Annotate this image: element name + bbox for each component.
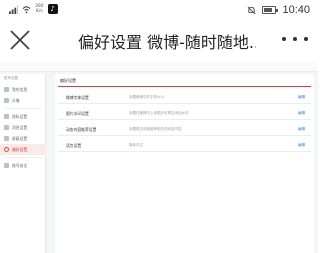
page-title: 偏好设置 微博-随时随地... bbox=[78, 33, 256, 52]
web-content: 账号设置 我的信息 头像 隐私设置 消息设置 屏蔽设置 偏好设置 账号安全 偏好… bbox=[0, 62, 318, 253]
setting-label: 微博字体设置 bbox=[66, 95, 89, 100]
setting-label: 语言设置 bbox=[66, 143, 82, 148]
tiktok-notification-icon: ♪ bbox=[47, 4, 58, 14]
sidebar-item-label: 隐私设置 bbox=[12, 113, 28, 119]
edit-link[interactable]: 编辑 bbox=[298, 111, 305, 116]
setting-label: 图片水印设置 bbox=[66, 111, 89, 116]
setting-row-language: 语言设置 简体中文 编辑 bbox=[58, 138, 311, 152]
battery-icon bbox=[262, 6, 279, 14]
block-icon bbox=[4, 136, 9, 141]
status-left: 390 K/s ♪ bbox=[9, 4, 58, 14]
bell-muted-icon bbox=[248, 6, 256, 14]
site-header-strip bbox=[0, 62, 318, 72]
sidebar-divider bbox=[4, 108, 42, 109]
setting-label: 动态内容推荐设置 bbox=[66, 127, 97, 132]
sidebar-item-account-security[interactable]: 账号安全 bbox=[0, 160, 46, 171]
wifi-icon bbox=[22, 5, 31, 13]
sidebar-item-label: 头像 bbox=[12, 97, 20, 103]
more-dots-icon[interactable] bbox=[282, 34, 308, 44]
message-icon bbox=[4, 125, 9, 130]
lock-icon bbox=[4, 114, 9, 119]
sidebar: 账号设置 我的信息 头像 隐私设置 消息设置 屏蔽设置 偏好设置 账号安全 bbox=[0, 74, 46, 253]
setting-row-font: 微博字体设置 设置微博中的字体大小 编辑 bbox=[58, 90, 311, 104]
network-speed: 390 K/s bbox=[35, 4, 44, 14]
setting-row-recommend: 动态内容推荐设置 设置是否向我推荐相关的动态内容 编辑 bbox=[58, 122, 311, 136]
edit-link[interactable]: 编辑 bbox=[298, 127, 305, 132]
panel-title-underline bbox=[58, 86, 311, 87]
edit-link[interactable]: 编辑 bbox=[298, 95, 305, 100]
sidebar-item-label: 账号安全 bbox=[12, 162, 28, 168]
user-icon bbox=[4, 87, 9, 92]
sidebar-item-label: 屏蔽设置 bbox=[12, 135, 28, 141]
status-right: 10:40 bbox=[247, 4, 310, 16]
sidebar-item-my-info[interactable]: 我的信息 bbox=[0, 84, 46, 95]
shield-icon bbox=[4, 163, 9, 168]
sidebar-item-messages[interactable]: 消息设置 bbox=[0, 122, 46, 133]
close-icon[interactable] bbox=[8, 28, 32, 52]
status-bar: 390 K/s ♪ 10:40 bbox=[0, 0, 318, 20]
sidebar-item-label: 消息设置 bbox=[12, 124, 28, 130]
sidebar-header: 账号设置 bbox=[4, 76, 18, 80]
panel-title: 偏好设置 bbox=[60, 78, 76, 83]
sidebar-item-label: 我的信息 bbox=[12, 86, 28, 92]
edit-link[interactable]: 编辑 bbox=[298, 143, 305, 148]
setting-description: 设置微博中的字体大小 bbox=[129, 95, 164, 99]
setting-description: 设置在微博中上传图片时是否添加水印 bbox=[129, 111, 189, 115]
sidebar-divider bbox=[4, 157, 42, 158]
settings-panel: 偏好设置 微博字体设置 设置微博中的字体大小 编辑 图片水印设置 设置在微博中上… bbox=[55, 74, 314, 253]
sidebar-item-avatar[interactable]: 头像 bbox=[0, 95, 46, 106]
sidebar-item-privacy[interactable]: 隐私设置 bbox=[0, 111, 46, 122]
setting-row-watermark: 图片水印设置 设置在微博中上传图片时是否添加水印 编辑 bbox=[58, 106, 311, 120]
clock: 10:40 bbox=[282, 4, 310, 16]
preference-icon bbox=[4, 147, 9, 152]
network-speed-unit: K/s bbox=[35, 9, 43, 14]
sidebar-item-label: 偏好设置 bbox=[12, 146, 28, 152]
sidebar-item-block[interactable]: 屏蔽设置 bbox=[0, 133, 46, 144]
signal-icon bbox=[9, 4, 18, 14]
sidebar-item-preferences[interactable]: 偏好设置 bbox=[0, 144, 46, 155]
setting-description: 简体中文 bbox=[129, 143, 143, 147]
app-bar: 偏好设置 微博-随时随地... bbox=[0, 20, 318, 60]
setting-description: 设置是否向我推荐相关的动态内容 bbox=[129, 127, 182, 131]
avatar-icon bbox=[4, 98, 9, 103]
